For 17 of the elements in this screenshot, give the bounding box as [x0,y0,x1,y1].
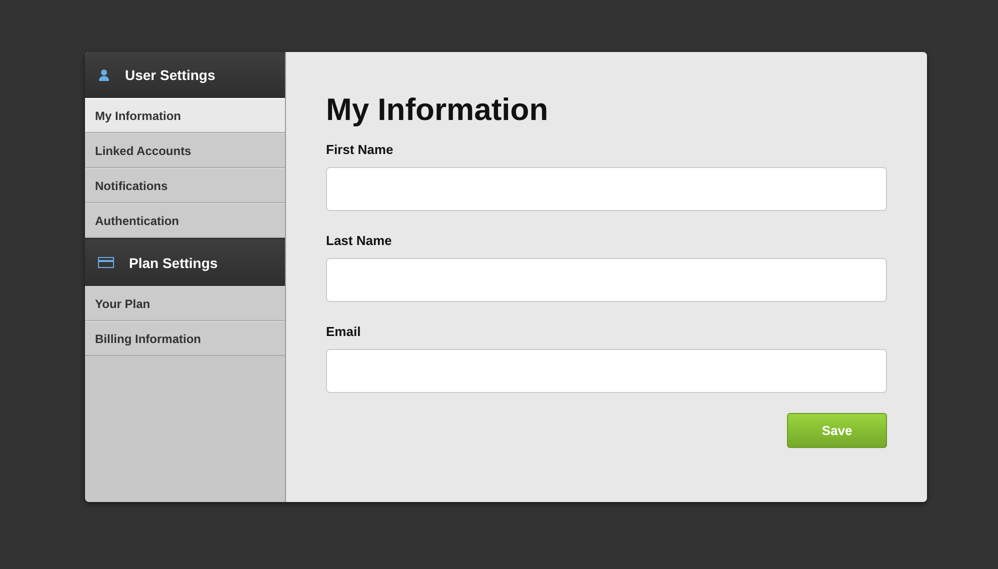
input-field[interactable] [326,349,887,393]
sidebar-item[interactable]: Linked Accounts [85,133,285,168]
section-title: User Settings [125,67,216,83]
sidebar-item[interactable]: Notifications [85,168,285,203]
input-field[interactable] [326,167,887,211]
field-label: Email [326,324,361,339]
sidebar-item[interactable]: Your Plan [85,286,285,321]
credit-card-icon [98,257,114,268]
page-title: My Information [326,92,550,128]
input-field[interactable] [326,258,887,302]
section-title: Plan Settings [129,254,218,270]
user-icon [98,69,110,81]
sidebar-item[interactable]: Authentication [85,203,285,238]
field-label: First Name [326,142,394,157]
field-label: Last Name [326,233,392,248]
sidebar-item[interactable]: Billing Information [85,321,285,356]
sidebar-item[interactable]: My Information [85,98,285,133]
